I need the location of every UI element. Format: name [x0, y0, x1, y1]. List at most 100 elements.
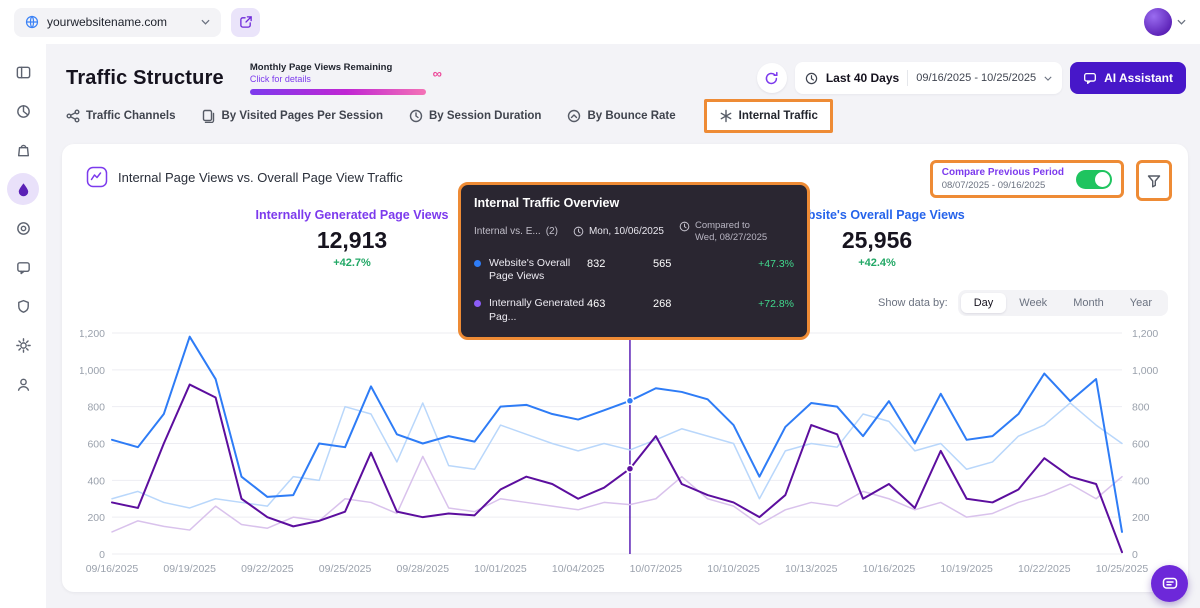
show-data-by: Show data by: Day Week Month Year: [878, 290, 1168, 316]
tooltip-row-internal: Internally Generated Pag... 463 268 +72.…: [474, 297, 794, 324]
range-dates: 09/16/2025 - 10/25/2025: [916, 72, 1036, 84]
svg-text:1,200: 1,200: [80, 328, 105, 340]
tooltip-compared: Compared to Wed, 08/27/2025: [679, 220, 767, 244]
chat-icon: [1161, 575, 1179, 593]
svg-text:1,200: 1,200: [1132, 328, 1158, 340]
granularity-segmented-control: Day Week Month Year: [958, 290, 1168, 316]
traffic-chart[interactable]: 002002004004006006008008001,0001,0001,20…: [80, 320, 1174, 582]
tooltip-series-count: (2): [546, 226, 558, 237]
collapse-sidebar-icon: [15, 64, 32, 81]
svg-text:10/22/2025: 10/22/2025: [1018, 563, 1071, 575]
metric-delta: +42.7%: [222, 257, 482, 269]
series-current-value: 832: [587, 257, 653, 270]
toggle-knob: [1095, 172, 1110, 187]
tooltip-subtitle-text: Internal vs. E...: [474, 226, 541, 237]
svg-text:09/28/2025: 09/28/2025: [396, 563, 449, 575]
external-link-button[interactable]: [231, 8, 260, 37]
avatar: [1144, 8, 1172, 36]
sidebar-item-overview[interactable]: [7, 95, 39, 127]
chat-bubble-icon: [15, 259, 32, 276]
tooltip-subtitle: Internal vs. E... (2): [474, 226, 558, 237]
traffic-drop-icon: [15, 181, 32, 198]
svg-text:10/04/2025: 10/04/2025: [552, 563, 605, 575]
chevron-down-icon: [1044, 76, 1052, 81]
show-data-by-label: Show data by:: [878, 297, 948, 309]
granularity-day[interactable]: Day: [961, 293, 1007, 313]
shield-icon: [15, 298, 32, 315]
granularity-month[interactable]: Month: [1060, 293, 1117, 313]
gear-icon: [15, 337, 32, 354]
svg-text:400: 400: [1132, 475, 1150, 487]
tooltip-title: Internal Traffic Overview: [474, 196, 794, 210]
internal-traffic-icon: [719, 109, 733, 123]
sidebar-item-orders[interactable]: [7, 134, 39, 166]
date-range-picker[interactable]: Last 40 Days 09/16/2025 - 10/25/2025: [795, 62, 1062, 94]
header-controls: Last 40 Days 09/16/2025 - 10/25/2025 AI …: [757, 62, 1186, 94]
svg-text:10/13/2025: 10/13/2025: [785, 563, 838, 575]
tab-bounce-rate[interactable]: By Bounce Rate: [567, 109, 675, 123]
tab-label: By Bounce Rate: [587, 110, 675, 122]
tab-traffic-channels[interactable]: Traffic Channels: [66, 109, 175, 123]
granularity-year[interactable]: Year: [1117, 293, 1165, 313]
sidebar-item-security[interactable]: [7, 290, 39, 322]
compare-texts: Compare Previous Period 08/07/2025 - 09/…: [942, 167, 1064, 191]
tab-label: By Visited Pages Per Session: [221, 110, 383, 122]
refresh-icon: [764, 71, 779, 86]
user-menu[interactable]: [1144, 8, 1186, 36]
compare-toggle[interactable]: [1076, 170, 1112, 189]
svg-text:0: 0: [99, 549, 105, 561]
main-content: Traffic Structure Monthly Page Views Rem…: [46, 44, 1200, 608]
metric-label: Internally Generated Page Views: [222, 208, 482, 222]
tab-visited-pages-per-session[interactable]: By Visited Pages Per Session: [201, 109, 383, 123]
support-chat-button[interactable]: [1151, 565, 1188, 602]
svg-text:10/25/2025: 10/25/2025: [1096, 563, 1149, 575]
user-icon: [15, 376, 32, 393]
compare-previous-period[interactable]: Compare Previous Period 08/07/2025 - 09/…: [930, 160, 1124, 198]
series-previous-value: 268: [653, 297, 749, 310]
quota-infinity-value: ∞: [433, 66, 442, 81]
tab-session-duration[interactable]: By Session Duration: [409, 109, 541, 123]
sidebar-item-feedback[interactable]: [7, 251, 39, 283]
chevron-down-icon: [201, 19, 210, 25]
tooltip-meta: Internal vs. E... (2) Mon, 10/06/2025 Co…: [474, 220, 794, 244]
quota-widget: Monthly Page Views Remaining Click for d…: [250, 62, 426, 95]
compare-dates: 08/07/2025 - 09/16/2025: [942, 180, 1064, 191]
tab-label: By Session Duration: [429, 110, 541, 122]
ai-assistant-label: AI Assistant: [1104, 71, 1173, 85]
page-header: Traffic Structure Monthly Page Views Rem…: [66, 54, 1186, 102]
card-title: Internal Page Views vs. Overall Page Vie…: [118, 170, 403, 185]
sidebar-item-campaigns[interactable]: [7, 212, 39, 244]
range-label: Last 40 Days: [826, 71, 899, 85]
series-dot-blue: [474, 260, 481, 267]
sidebar: [0, 44, 46, 608]
chevron-down-icon: [1177, 19, 1186, 25]
sidebar-item-traffic[interactable]: [7, 173, 39, 205]
svg-text:800: 800: [1132, 402, 1150, 414]
chart-filter-button[interactable]: [1136, 160, 1172, 201]
ai-assistant-button[interactable]: AI Assistant: [1070, 62, 1186, 94]
site-selector[interactable]: yourwebsitename.com: [14, 8, 221, 37]
series-delta: +47.3%: [758, 257, 794, 270]
svg-text:0: 0: [1132, 549, 1138, 561]
tooltip-date: Mon, 10/06/2025: [573, 226, 664, 237]
sidebar-item-settings[interactable]: [7, 329, 39, 361]
granularity-week[interactable]: Week: [1006, 293, 1060, 313]
series-current-value: 463: [587, 297, 653, 310]
tab-internal-traffic[interactable]: Internal Traffic: [719, 109, 818, 123]
session-clock-icon: [409, 109, 423, 123]
series-label: Internally Generated Pag...: [489, 297, 587, 324]
svg-text:10/07/2025: 10/07/2025: [630, 563, 683, 575]
svg-text:800: 800: [87, 402, 105, 414]
svg-text:200: 200: [87, 512, 105, 524]
compared-to-label: Compared to: [695, 220, 767, 232]
quota-details-link[interactable]: Click for details: [250, 74, 426, 84]
sidebar-item-collapse[interactable]: [7, 56, 39, 88]
refresh-button[interactable]: [757, 63, 787, 93]
metric-internal-pageviews: Internally Generated Page Views 12,913 +…: [222, 208, 482, 269]
clock-icon: [805, 72, 818, 85]
page-title: Traffic Structure: [66, 67, 224, 90]
sidebar-item-account[interactable]: [7, 368, 39, 400]
compare-label: Compare Previous Period: [942, 167, 1064, 178]
divider: [907, 70, 908, 86]
site-name: yourwebsitename.com: [47, 15, 167, 29]
